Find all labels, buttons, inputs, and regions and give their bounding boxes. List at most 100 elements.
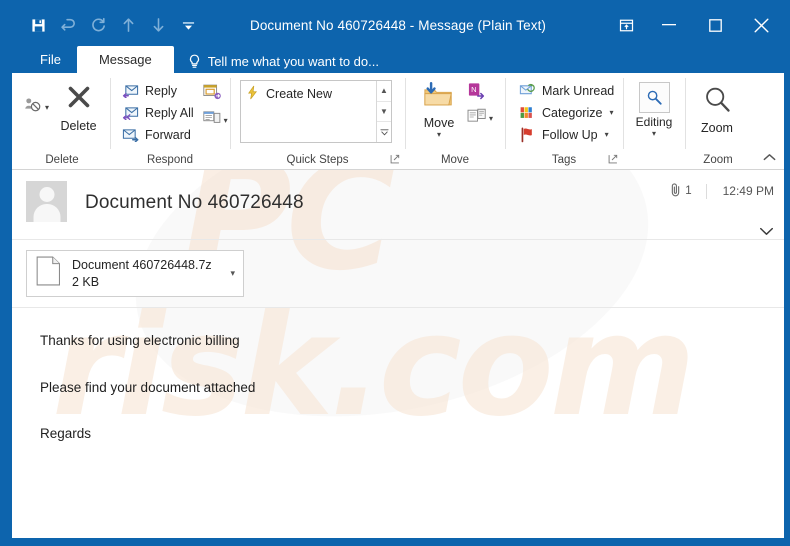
ribbon-tab-strip: File Message Tell me what you want to do… [12,45,784,73]
quick-steps-gallery[interactable]: Create New ▲ ▼ [240,80,392,143]
follow-up-caret-icon[interactable]: ▾ [605,130,609,139]
ribbon-group-editing-label [623,154,685,169]
editing-magnifier-icon [638,82,670,113]
tags-dialog-launcher-icon[interactable] [608,154,618,166]
ribbon: ▾ Delete Delete Reply Reply All Forward … [12,73,784,170]
forward-button[interactable]: Forward [118,124,198,145]
more-respond-caret-icon[interactable]: ▾ [224,116,228,125]
follow-up-button[interactable]: Follow Up ▾ [515,124,618,145]
categorize-icon [519,104,536,121]
editing-button-label: Editing [635,115,673,129]
more-respond-actions-icon [202,109,222,131]
ribbon-group-delete: ▾ Delete Delete [14,73,110,169]
editing-caret-icon[interactable]: ▾ [652,130,656,138]
message-content: Document No 460726448 1 12:49 PM Documen… [12,170,784,445]
reply-all-button[interactable]: Reply All [118,102,198,123]
lightning-bolt-icon [245,85,260,103]
next-item-icon[interactable] [144,11,172,39]
message-body-line-3: Regards [40,426,92,442]
tags-label-text: Tags [551,154,577,166]
follow-up-flag-icon [519,126,536,143]
reply-button[interactable]: Reply [118,80,198,101]
quick-steps-more-button[interactable] [377,122,391,142]
more-respond-actions-button[interactable]: ▾ [202,109,228,131]
message-subject: Document No 460726448 [85,192,304,213]
categorize-button[interactable]: Categorize ▾ [515,102,618,123]
meeting-button[interactable] [202,84,228,106]
quick-steps-dialog-launcher-icon[interactable] [390,154,400,166]
ignore-icon [24,96,43,118]
tab-file[interactable]: File [24,46,77,73]
minimize-button[interactable] [646,9,692,41]
attachment-meta: Document 460726448.7z 2 KB [72,257,218,291]
ribbon-group-delete-label: Delete [45,154,79,166]
message-body-line-2: Please find your document attached [40,379,256,395]
onenote-icon: N [467,82,486,105]
ignore-caret-icon[interactable]: ▾ [45,103,49,112]
paperclip-icon [669,182,682,200]
avatar-head [39,187,54,202]
avatar-body [33,204,60,222]
quick-step-create-new[interactable]: Create New [245,84,372,104]
undo-icon[interactable] [54,11,82,39]
tell-me-search[interactable]: Tell me what you want to do... [174,54,389,73]
window-controls [606,9,784,41]
ribbon-group-respond-label: Respond [146,154,194,166]
editing-button[interactable]: Editing ▾ [632,78,676,138]
ribbon-group-quick-steps-label: Quick Steps [230,154,405,169]
attachment-filesize: 2 KB [72,274,100,289]
zoom-magnifier-icon [703,85,732,119]
categorize-label: Categorize [542,105,603,120]
follow-up-label: Follow Up [542,127,598,142]
subject-wrapper: Document No 460726448 [67,178,614,214]
forward-label: Forward [145,127,191,142]
close-button[interactable] [738,9,784,41]
file-document-icon [36,256,62,291]
save-icon[interactable] [24,11,52,39]
ignore-button[interactable]: ▾ [24,96,49,118]
quick-steps-scroll-up-button[interactable]: ▲ [377,81,391,102]
message-header: Document No 460726448 1 12:49 PM [12,170,784,240]
mark-unread-button[interactable]: Mark Unread [515,80,618,101]
expand-header-chevron-down-icon[interactable] [759,202,774,239]
quick-access-toolbar [12,11,202,39]
ribbon-group-zoom: Zoom Zoom [685,73,751,169]
message-body-line-1: Thanks for using electronic billing [40,333,240,348]
delete-button-label: Delete [60,119,97,133]
ribbon-group-tags-label: Tags [505,154,623,169]
ribbon-group-zoom-label: Zoom [703,154,733,166]
move-button-label: Move [423,116,455,130]
maximize-button[interactable] [692,9,738,41]
collapse-ribbon-button[interactable] [763,153,776,165]
svg-text:N: N [471,85,476,94]
onenote-button[interactable]: N [467,82,493,104]
quick-step-create-new-label: Create New [266,87,332,101]
previous-item-icon[interactable] [114,11,142,39]
customize-quick-access-toolbar-icon[interactable] [174,11,202,39]
move-button[interactable]: Move ▾ [415,78,463,139]
quick-steps-scrollbar[interactable]: ▲ ▼ [376,81,391,142]
delete-button[interactable]: Delete [53,78,104,133]
rules-button[interactable]: ▾ [467,107,493,129]
quick-steps-scroll-down-button[interactable]: ▼ [377,102,391,123]
zoom-button-label: Zoom [701,121,733,135]
ribbon-group-respond: Reply Reply All Forward ▾ Respond [110,73,230,169]
move-caret-icon[interactable]: ▾ [437,131,441,139]
ribbon-group-move: Move ▾ N ▾ Move [405,73,505,169]
rules-caret-icon[interactable]: ▾ [489,114,493,123]
attachment-item[interactable]: Document 460726448.7z 2 KB ▾ [26,250,244,297]
title-bar: Document No 460726448 - Message (Plain T… [12,5,784,45]
mark-unread-icon [519,82,536,99]
mark-unread-label: Mark Unread [542,83,615,98]
message-time: 12:49 PM [722,184,774,198]
categorize-caret-icon[interactable]: ▾ [609,108,613,117]
avatar [26,181,67,222]
attachment-dropdown-caret-icon[interactable]: ▾ [228,268,235,279]
ribbon-display-options-icon[interactable] [606,9,646,41]
ribbon-group-tags: Mark Unread Categorize ▾ Follow Up ▾ Tag… [505,73,623,169]
zoom-button[interactable]: Zoom [694,78,740,135]
message-reading-pane: PC risk.com Document No 460726448 1 12:4… [12,170,784,538]
reply-all-label: Reply All [145,105,194,120]
tab-message[interactable]: Message [76,46,174,73]
redo-icon[interactable] [84,11,112,39]
